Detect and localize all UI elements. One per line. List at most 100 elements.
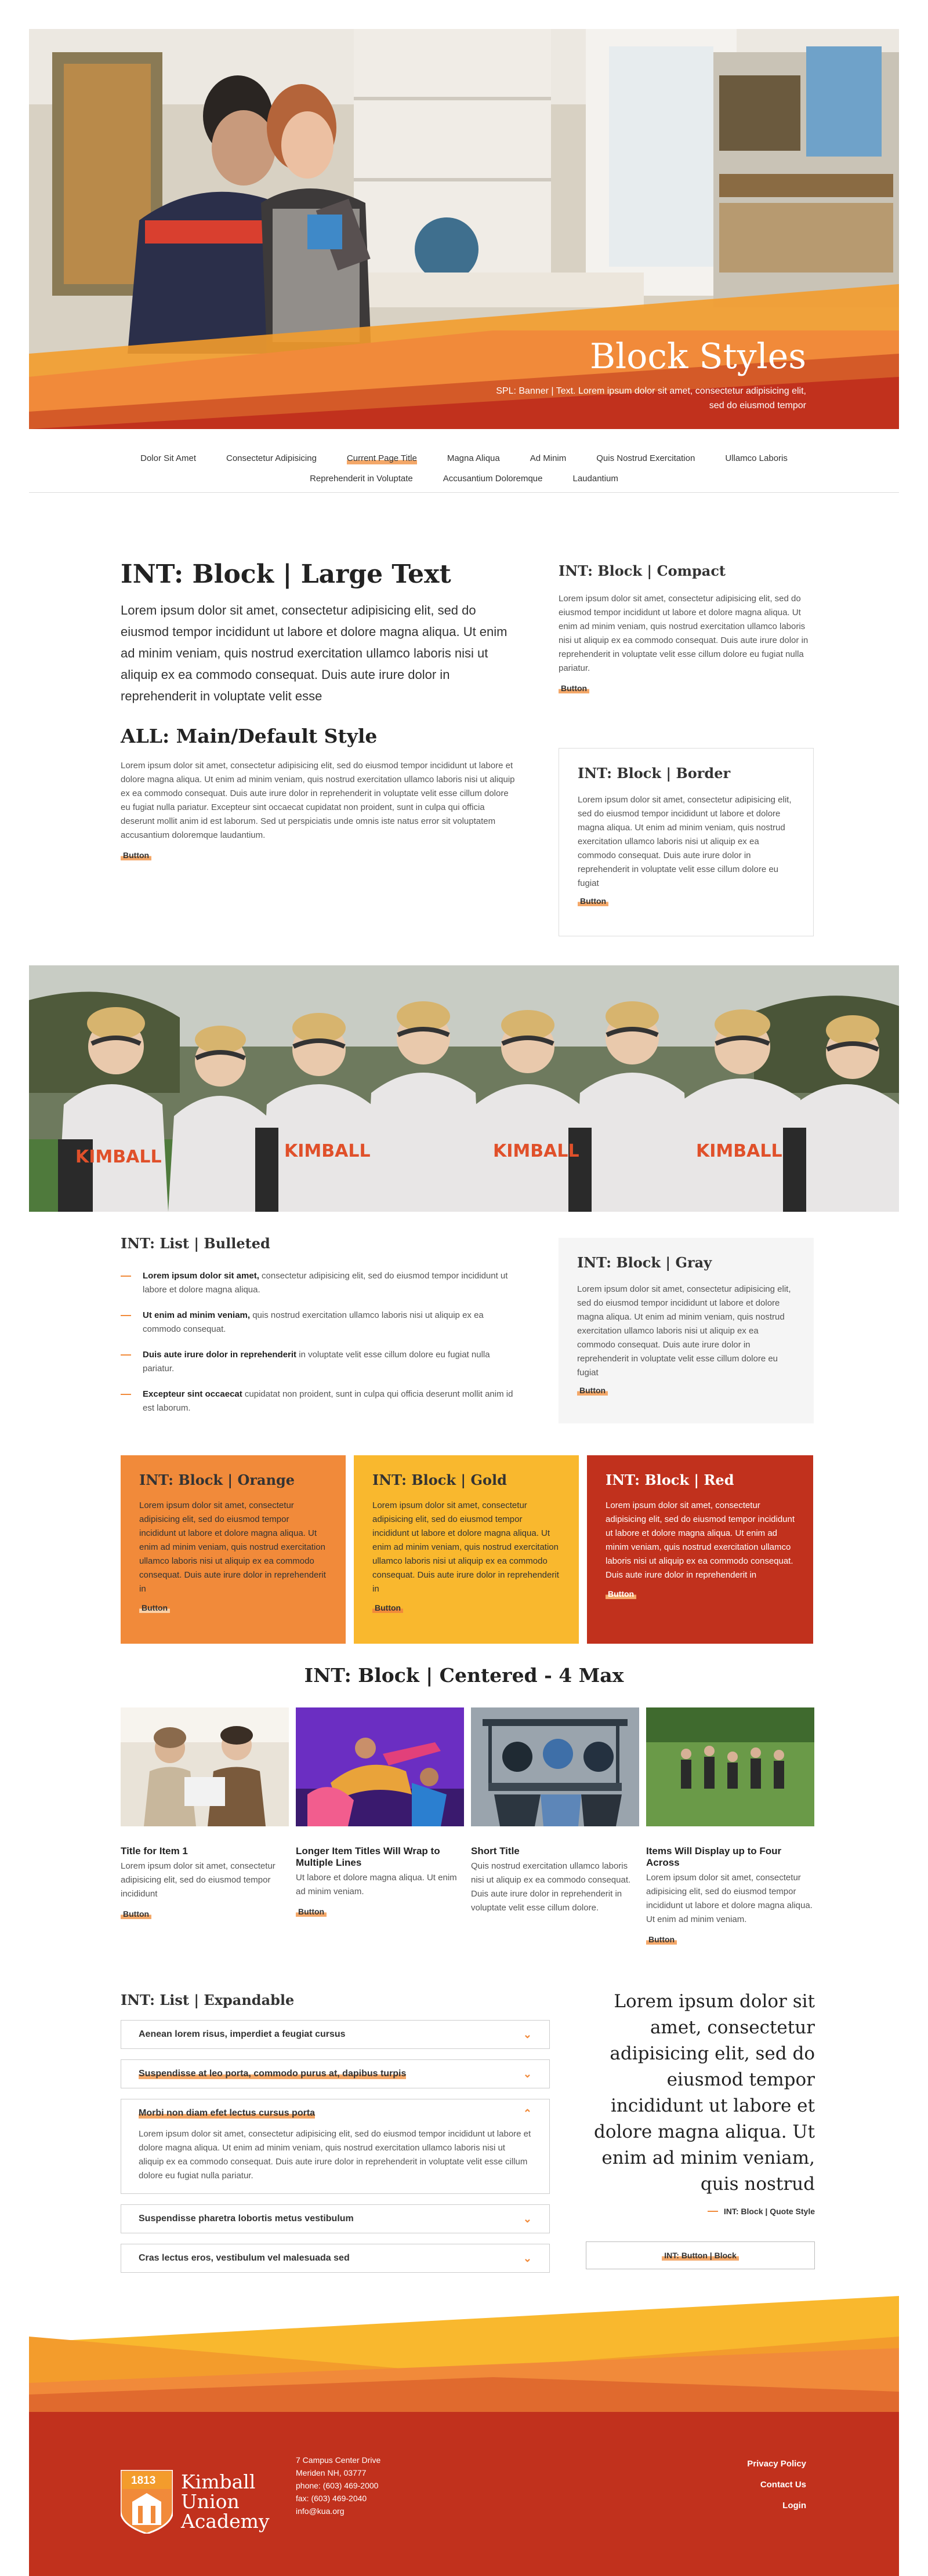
list-item: Excepteur sint occaecat cupidatat non pr… <box>121 1387 515 1415</box>
list-item: Ut enim ad minim veniam, quis nostrud ex… <box>121 1309 515 1336</box>
item-title: Items Will Display up to Four Across <box>646 1845 782 1868</box>
nav-item[interactable]: Magna Aliqua <box>447 453 500 464</box>
main-title: ALL: Main/Default Style <box>121 725 378 747</box>
large-text-body: Lorem ipsum dolor sit amet, consectetur … <box>121 603 507 703</box>
list-item: Lorem ipsum dolor sit amet, consectetur … <box>121 1269 515 1297</box>
red-title: INT: Block | Red <box>606 1472 734 1488</box>
accordion-content: Lorem ipsum dolor sit amet, consectetur … <box>139 2129 531 2181</box>
hero-title: Block Styles <box>589 336 806 377</box>
compact-body: Lorem ipsum dolor sit amet, consectetur … <box>559 594 809 673</box>
list-item: Duis aute irure dolor in reprehenderit i… <box>121 1348 515 1376</box>
bullet-dash-icon <box>121 1394 131 1395</box>
gold-button[interactable]: Button <box>372 1603 404 1613</box>
centered-title: INT: Block | Centered - 4 Max <box>304 1664 624 1687</box>
fax: fax: (603) 469-2040 <box>296 2494 367 2503</box>
phone[interactable]: phone: (603) 469-2000 <box>296 2479 380 2492</box>
main-default-block: ALL: Main/Default Style Lorem ipsum dolo… <box>121 725 515 861</box>
item-title: Longer Item Titles Will Wrap to Multiple… <box>296 1845 440 1868</box>
large-text-block: INT: Block | Large Text Lorem ipsum dolo… <box>121 559 515 707</box>
nav-item[interactable]: Dolor Sit Amet <box>140 453 196 464</box>
gray-button[interactable]: Button <box>577 1386 608 1396</box>
contact-us-link[interactable]: Contact Us <box>747 2475 806 2495</box>
hero-banner: Block Styles SPL: Banner | Text. Lorem i… <box>29 29 899 429</box>
email-link[interactable]: info@kua.org <box>296 2505 380 2517</box>
gold-block: INT: Block | Gold Lorem ipsum dolor sit … <box>354 1455 579 1644</box>
nav-item[interactable]: Consectetur Adipisicing <box>226 453 317 464</box>
nav-item[interactable]: Laudantium <box>572 474 618 485</box>
accordion-label: Suspendisse at leo porta, commodo purus … <box>139 2069 407 2079</box>
main-button[interactable]: Button <box>121 851 152 860</box>
accordion-item-open[interactable]: Morbi non diam efet lectus cursus porta ⌃… <box>121 2099 550 2194</box>
quote-attribution-row: INT: Block | Quote Style <box>586 2207 815 2216</box>
list-item-bold: Ut enim ad minim veniam, <box>143 1310 251 1320</box>
chevron-down-icon: ⌄ <box>523 2068 532 2080</box>
quote-text: Lorem ipsum dolor sit amet, consectetur … <box>593 1991 815 2194</box>
address-line: 7 Campus Center Drive <box>296 2455 381 2465</box>
gold-body: Lorem ipsum dolor sit amet, consectetur … <box>372 1500 559 1594</box>
nav-item[interactable]: Quis Nostrud Exercitation <box>596 453 695 464</box>
orange-button[interactable]: Button <box>139 1603 171 1613</box>
quote-attribution: INT: Block | Quote Style <box>723 2207 815 2216</box>
centered-item: Short Title Quis nostrud exercitation ul… <box>471 1707 639 1915</box>
dash-icon <box>707 2211 718 2212</box>
expandable-title: INT: List | Expandable <box>121 1992 295 2008</box>
footer-logo[interactable]: 1813 Kimball Union Academy <box>121 2470 270 2534</box>
item-body: Ut labore et dolore magna aliqua. Ut eni… <box>296 1873 457 1896</box>
accordion-label: Cras lectus eros, vestibulum vel malesua… <box>139 2253 350 2263</box>
accordion-label: Suspendisse pharetra lobortis metus vest… <box>139 2214 354 2223</box>
nav-item[interactable]: Ullamco Laboris <box>725 453 788 464</box>
item-image <box>121 1707 289 1826</box>
secondary-navigation: Dolor Sit Amet Consectetur Adipisicing C… <box>29 441 899 493</box>
accordion-item[interactable]: Suspendisse at leo porta, commodo purus … <box>121 2059 550 2088</box>
item-body: Quis nostrud exercitation ullamco labori… <box>471 1861 631 1913</box>
nav-item[interactable]: Ad Minim <box>530 453 567 464</box>
item-title: Short Title <box>471 1845 520 1856</box>
border-button[interactable]: Button <box>578 896 609 906</box>
large-text-title: INT: Block | Large Text <box>121 559 451 589</box>
compact-title: INT: Block | Compact <box>559 562 726 579</box>
orange-block: INT: Block | Orange Lorem ipsum dolor si… <box>121 1455 346 1644</box>
chevron-down-icon: ⌄ <box>523 2212 532 2225</box>
login-link[interactable]: Login <box>747 2495 806 2516</box>
chevron-down-icon: ⌄ <box>523 2252 532 2264</box>
privacy-policy-link[interactable]: Privacy Policy <box>747 2454 806 2475</box>
list-item-bold: Duis aute irure dolor in reprehenderit <box>143 1350 297 1360</box>
block-button-label: INT: Button | Block <box>662 2250 739 2261</box>
chevron-down-icon: ⌄ <box>523 2028 532 2040</box>
block-button[interactable]: INT: Button | Block <box>586 2241 815 2269</box>
nav-item-current[interactable]: Current Page Title <box>346 453 417 464</box>
gold-title: INT: Block | Gold <box>372 1472 507 1488</box>
item-button[interactable]: Button <box>646 1935 677 1945</box>
bulleted-list-block: INT: List | Bulleted Lorem ipsum dolor s… <box>121 1235 515 1427</box>
hero-subtitle: SPL: Banner | Text. Lorem ipsum dolor si… <box>496 386 806 410</box>
border-title: INT: Block | Border <box>578 765 731 782</box>
nav-row-1: Dolor Sit Amet Consectetur Adipisicing C… <box>29 453 899 464</box>
gray-block: INT: Block | Gray Lorem ipsum dolor sit … <box>559 1238 814 1423</box>
item-button[interactable]: Button <box>121 1909 152 1919</box>
address-line: Meriden NH, 03777 <box>296 2468 367 2477</box>
red-button[interactable]: Button <box>606 1589 637 1599</box>
orange-title: INT: Block | Orange <box>139 1472 295 1488</box>
nav-item[interactable]: Reprehenderit in Voluptate <box>310 474 413 485</box>
expandable-list-block: INT: List | Expandable Aenean lorem risu… <box>121 1992 550 2283</box>
item-image <box>471 1707 639 1826</box>
logo-line: Academy <box>181 2510 270 2533</box>
item-image <box>296 1707 464 1826</box>
bullet-dash-icon <box>121 1354 131 1356</box>
footer-background <box>29 2296 899 2576</box>
item-button[interactable]: Button <box>296 1907 327 1917</box>
footer-links: Privacy Policy Contact Us Login <box>747 2454 806 2516</box>
chevron-up-icon: ⌃ <box>523 2107 532 2119</box>
centered-item: Longer Item Titles Will Wrap to Multiple… <box>296 1707 464 1917</box>
compact-button[interactable]: Button <box>559 684 590 693</box>
footer: 1813 Kimball Union Academy 7 Campus Cent… <box>29 2296 899 2576</box>
accordion-item[interactable]: Suspendisse pharetra lobortis metus vest… <box>121 2204 550 2233</box>
accordion-item[interactable]: Cras lectus eros, vestibulum vel malesua… <box>121 2244 550 2273</box>
svg-text:KIMBALL: KIMBALL <box>696 1141 782 1161</box>
compact-block: INT: Block | Compact Lorem ipsum dolor s… <box>559 562 814 694</box>
logo-line: Union <box>181 2490 240 2513</box>
nav-item[interactable]: Accusantium Doloremque <box>443 474 543 485</box>
accordion-item[interactable]: Aenean lorem risus, imperdiet a feugiat … <box>121 2020 550 2049</box>
svg-text:KIMBALL: KIMBALL <box>284 1141 371 1161</box>
item-title: Title for Item 1 <box>121 1845 188 1856</box>
